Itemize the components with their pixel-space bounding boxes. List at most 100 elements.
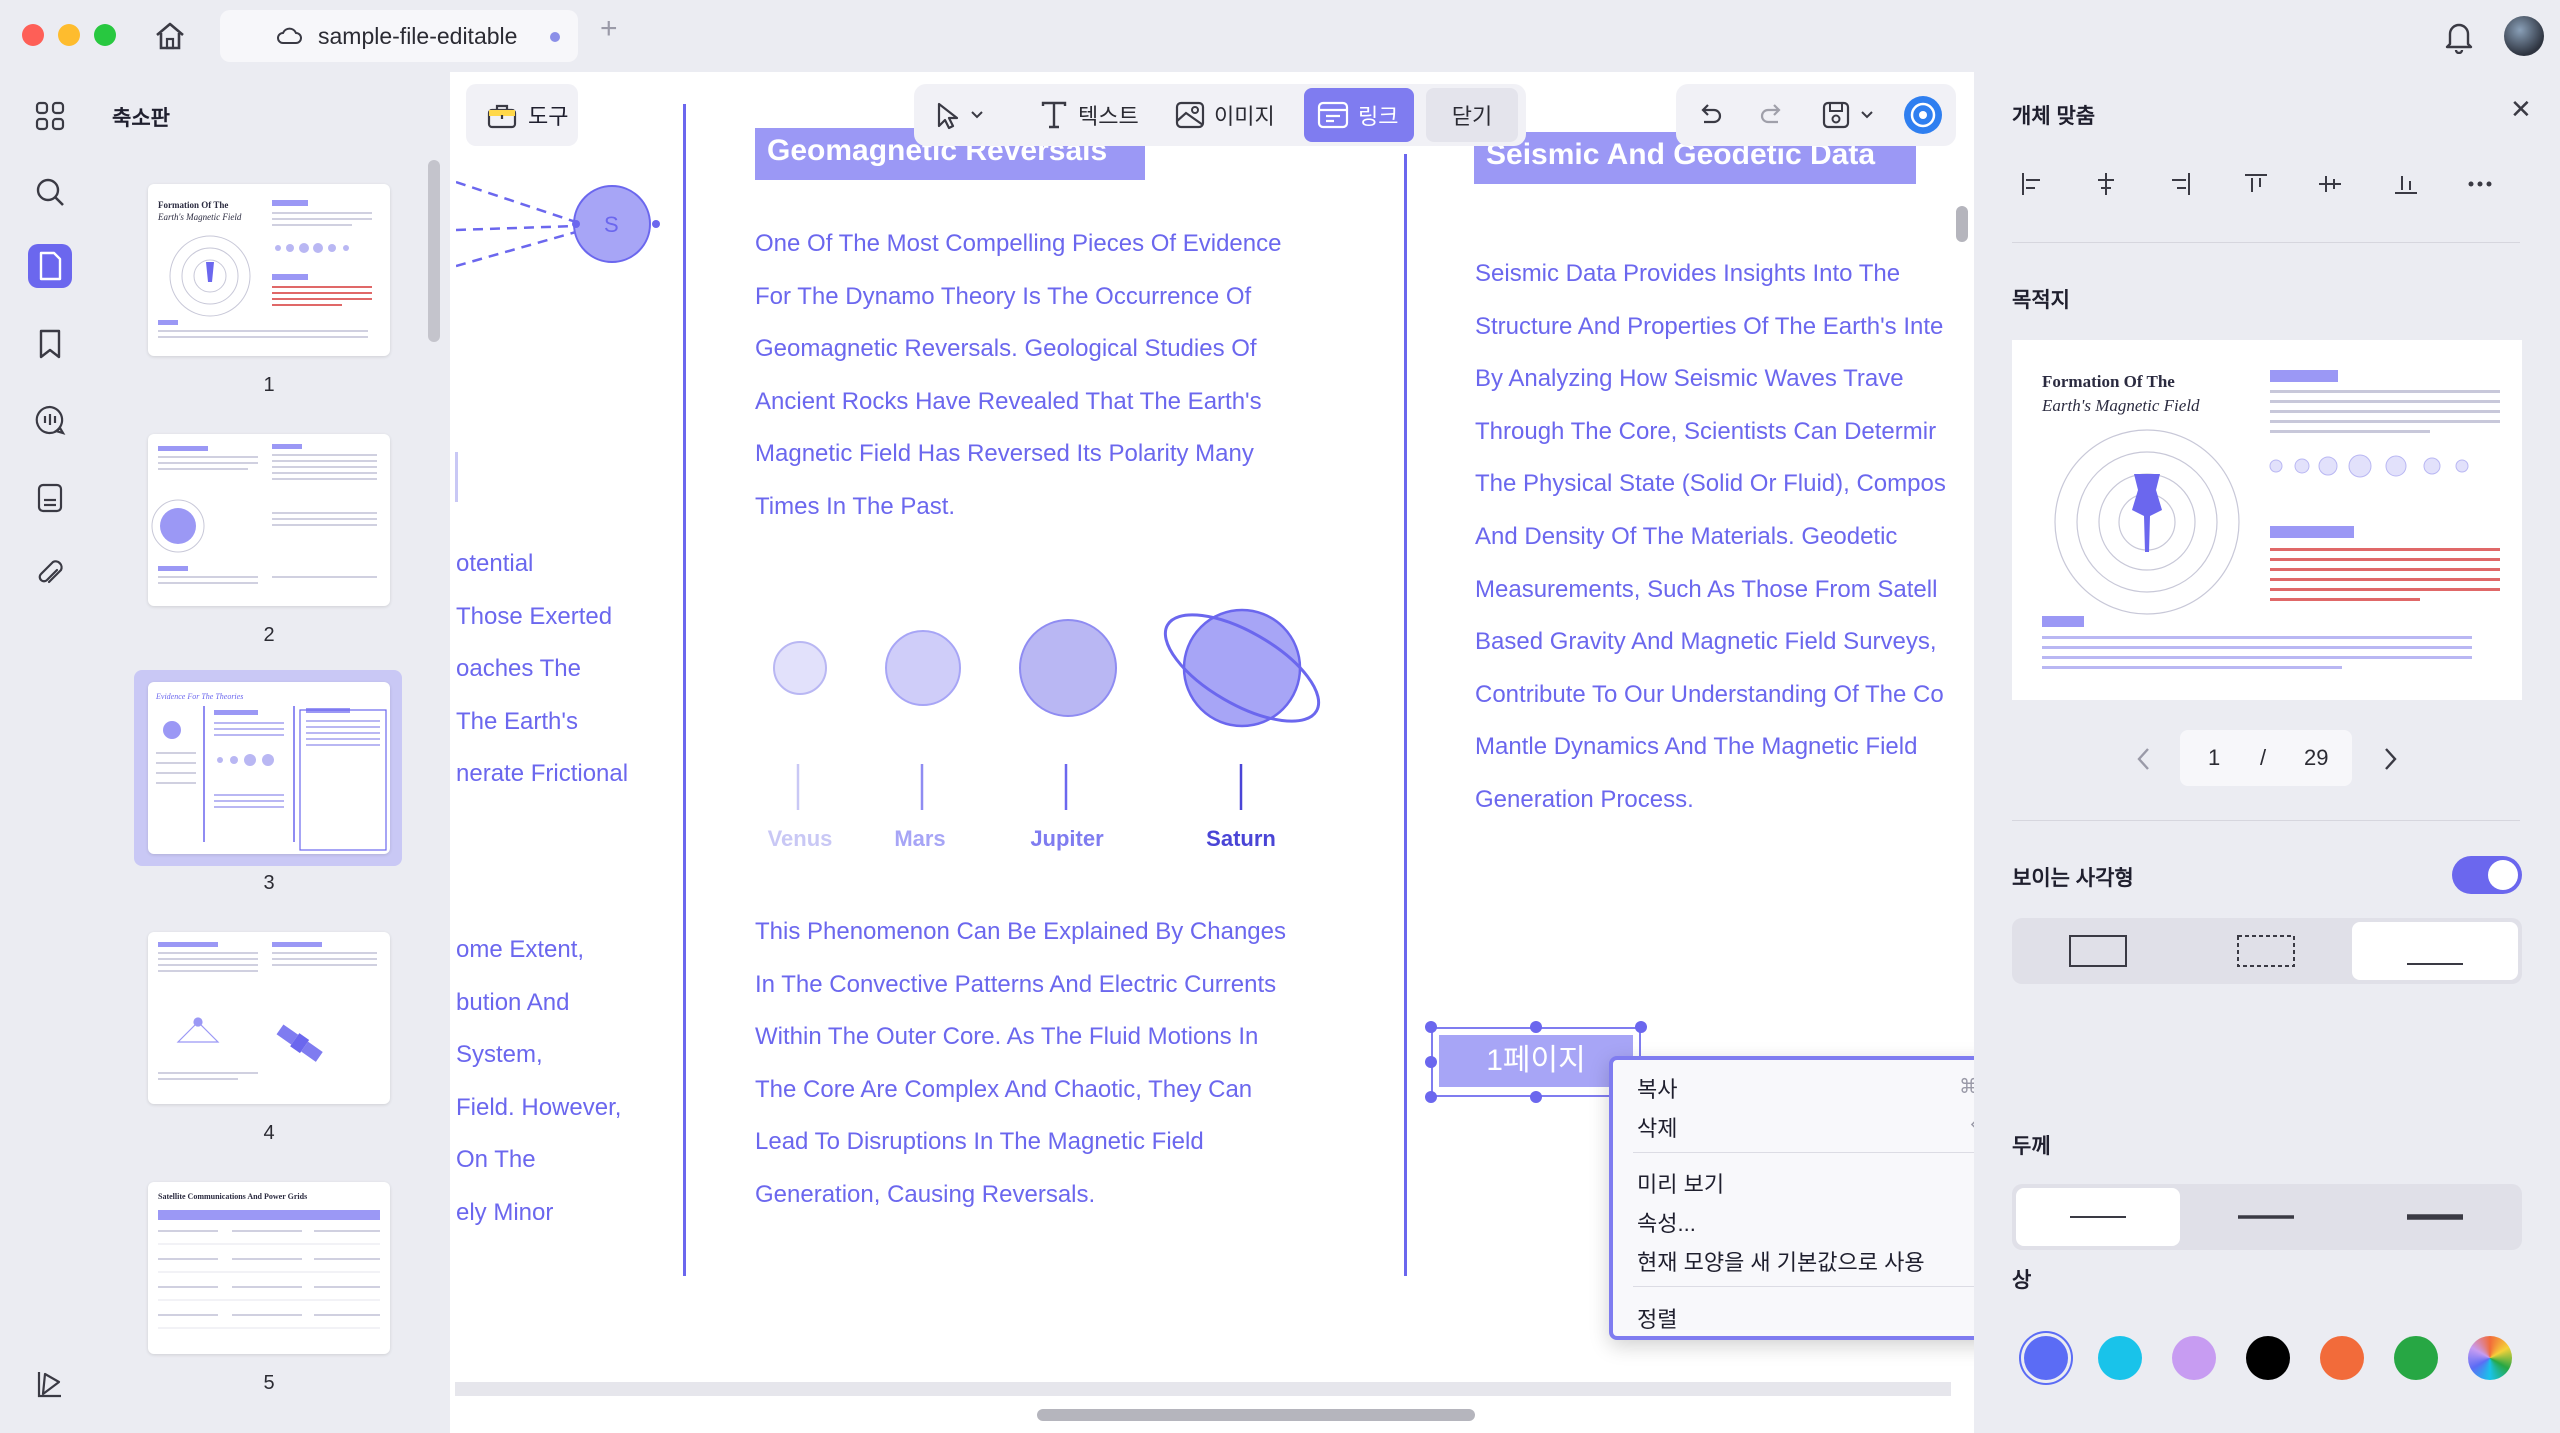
document-tab[interactable]: sample-file-editable: [220, 10, 578, 62]
bell-icon[interactable]: [2442, 18, 2476, 55]
close-window-button[interactable]: [22, 24, 44, 46]
page-number-field[interactable]: 1 / 29: [2180, 730, 2352, 786]
geomagnetic-paragraph[interactable]: One Of The Most Compelling Pieces Of Evi…: [755, 218, 1335, 534]
resize-handle[interactable]: [1635, 1021, 1647, 1033]
resize-handle[interactable]: [1425, 1056, 1437, 1068]
column-divider: [683, 104, 686, 1276]
previous-page-icon[interactable]: [2134, 746, 2154, 772]
thumbnail-page-4[interactable]: [148, 932, 390, 1104]
home-icon[interactable]: [152, 18, 188, 54]
planet-label-saturn: Saturn: [1206, 826, 1276, 851]
align-center-horizontal-icon[interactable]: [2086, 164, 2126, 204]
seismic-paragraph[interactable]: Seismic Data Provides Insights Into The …: [1475, 248, 1951, 827]
tools-button[interactable]: 도구: [466, 84, 578, 146]
resize-handle[interactable]: [1425, 1091, 1437, 1103]
save-icon: [1822, 101, 1850, 129]
color-swatch-blue[interactable]: [2024, 1336, 2068, 1380]
layers-icon[interactable]: [28, 1362, 72, 1406]
search-icon[interactable]: [28, 170, 72, 214]
tools-label: 도구: [528, 104, 569, 129]
redo-button[interactable]: [1748, 88, 1796, 142]
link-tool-button[interactable]: 링크: [1304, 88, 1414, 142]
medium-thickness-option[interactable]: [2184, 1188, 2348, 1246]
menu-item-delete[interactable]: 삭제: [1637, 1111, 1677, 1143]
menu-item-arrange[interactable]: 정렬: [1637, 1302, 1677, 1334]
undo-icon: [1701, 104, 1722, 124]
thumbnail-page-number: 1: [263, 374, 275, 396]
thin-thickness-option[interactable]: [2016, 1188, 2180, 1246]
menu-item-set-default[interactable]: 현재 모양을 새 기본값으로 사용: [1637, 1245, 1925, 1277]
thumbnail-panel: 축소판 Formation Of The Earth's Magnetic Fi…: [98, 72, 450, 1433]
thumbnail-page-5[interactable]: Satellite Communications And Power Grids: [148, 1182, 390, 1354]
align-middle-vertical-icon[interactable]: [2310, 164, 2350, 204]
context-menu: 복사 ⌘ C 삭제 ⌫ 미리 보기 속성... 현재 모양을 새 기본값으로 사…: [1609, 1056, 2023, 1340]
page-separator: /: [2260, 745, 2267, 770]
current-page-input[interactable]: 1: [2208, 745, 2220, 771]
menu-item-preview[interactable]: 미리 보기: [1637, 1167, 1724, 1199]
text-tool-label: 텍스트: [1078, 104, 1139, 129]
zoom-window-button[interactable]: [94, 24, 116, 46]
close-edit-button[interactable]: 닫기: [1426, 88, 1518, 142]
tab-title: sample-file-editable: [318, 23, 518, 49]
thumbnail-page-number: 5: [263, 1372, 275, 1394]
ai-assistant-button[interactable]: [1898, 88, 1948, 142]
phenomenon-paragraph[interactable]: This Phenomenon Can Be Explained By Chan…: [755, 906, 1355, 1222]
visible-rectangle-toggle[interactable]: [2452, 856, 2522, 894]
form-icon[interactable]: [28, 476, 72, 520]
vertical-scrollbar[interactable]: [1956, 206, 1968, 242]
underline-border-option[interactable]: [2352, 922, 2518, 980]
destination-page-preview[interactable]: Formation Of The Earth's Magnetic Field: [2012, 340, 2522, 700]
minimize-window-button[interactable]: [58, 24, 80, 46]
resize-handle[interactable]: [1530, 1021, 1542, 1033]
thumbnail-page-number: 3: [263, 872, 275, 894]
unsaved-indicator: [550, 32, 560, 42]
pages-icon[interactable]: [28, 244, 72, 288]
thick-thickness-option[interactable]: [2352, 1188, 2518, 1246]
menu-item-properties[interactable]: 속성...: [1637, 1206, 1696, 1238]
properties-panel: 개체 맞춤 ✕ 목적지 Formation Of The Earth's Mag…: [1974, 72, 2560, 1433]
planet-label-mars: Mars: [894, 826, 946, 851]
align-top-icon[interactable]: [2236, 164, 2276, 204]
bookmark-icon[interactable]: [28, 322, 72, 366]
select-tool-button[interactable]: [920, 88, 996, 142]
thumbnail-page-1[interactable]: Formation Of The Earth's Magnetic Field: [148, 184, 390, 356]
thickness-selector: [2012, 1184, 2522, 1250]
thumbnail-page-number: 2: [263, 624, 275, 646]
close-edit-label: 닫기: [1451, 104, 1493, 129]
next-page-icon[interactable]: [2380, 746, 2400, 772]
title-bar: sample-file-editable +: [0, 0, 2560, 72]
attachment-icon[interactable]: [28, 552, 72, 596]
grid-icon[interactable]: [28, 94, 72, 138]
comment-icon[interactable]: [28, 398, 72, 442]
resize-handle[interactable]: [1425, 1021, 1437, 1033]
image-tool-button[interactable]: 이미지: [1162, 88, 1287, 142]
menu-item-copy[interactable]: 복사: [1637, 1072, 1677, 1104]
text-tool-button[interactable]: 텍스트: [1026, 88, 1151, 142]
new-tab-button[interactable]: +: [600, 14, 618, 44]
section-divider: [2012, 820, 2520, 821]
horizontal-scrollbar[interactable]: [1037, 1409, 1475, 1421]
dashed-border-option[interactable]: [2184, 922, 2348, 980]
thumbnail-page-3[interactable]: Evidence For The Theories: [148, 682, 390, 854]
more-options-icon[interactable]: [2460, 164, 2500, 204]
close-icon[interactable]: ✕: [2510, 94, 2532, 125]
align-right-icon[interactable]: [2160, 164, 2200, 204]
resize-handle[interactable]: [1530, 1091, 1542, 1103]
avatar[interactable]: [2504, 16, 2544, 56]
custom-color-picker[interactable]: [2468, 1336, 2512, 1380]
thumbnail-scrollbar[interactable]: [428, 160, 440, 342]
chevron-down-icon[interactable]: [1860, 110, 1874, 120]
thumbnail-graphic: [158, 1210, 380, 1329]
undo-button[interactable]: [1686, 88, 1734, 142]
align-left-icon[interactable]: [2012, 164, 2052, 204]
chevron-down-icon[interactable]: [970, 110, 984, 120]
color-swatch-green[interactable]: [2394, 1336, 2438, 1380]
save-button[interactable]: [1812, 88, 1882, 142]
color-swatch-cyan[interactable]: [2098, 1336, 2142, 1380]
color-swatch-black[interactable]: [2246, 1336, 2290, 1380]
solid-border-option[interactable]: [2016, 922, 2180, 980]
color-swatch-orange[interactable]: [2320, 1336, 2364, 1380]
thumbnail-page-2[interactable]: [148, 434, 390, 606]
color-swatch-purple[interactable]: [2172, 1336, 2216, 1380]
align-bottom-icon[interactable]: [2386, 164, 2426, 204]
